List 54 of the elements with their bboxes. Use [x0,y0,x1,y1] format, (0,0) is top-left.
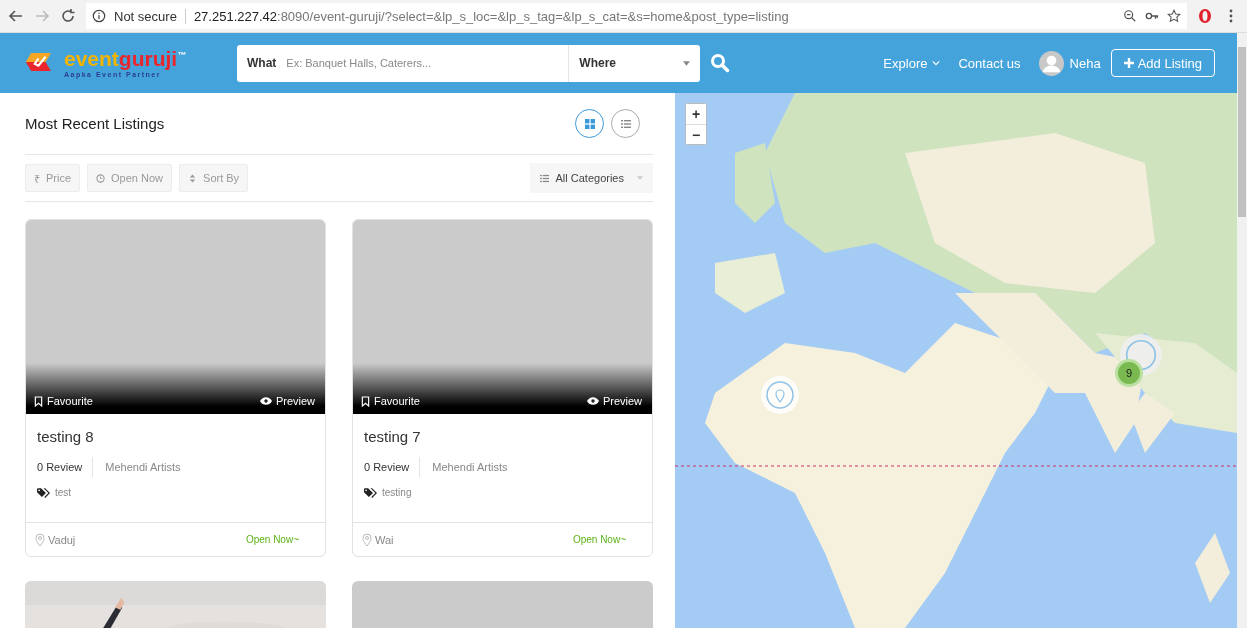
tag-link[interactable]: test [55,487,72,498]
star-icon[interactable] [1167,9,1181,23]
plus-icon [1123,58,1134,68]
category-dropdown[interactable]: All Categories [529,163,653,193]
scrollbar[interactable] [1237,33,1247,628]
back-icon[interactable] [8,8,24,24]
review-count: 0 Review [37,457,94,477]
grid-view-button[interactable] [575,109,604,138]
rupee-icon: ₹ [34,170,40,186]
search-icon[interactable] [710,53,730,73]
open-status: Open Now~ [572,534,626,545]
category-link[interactable]: Mehendi Artists [420,461,508,473]
reload-icon[interactable] [60,8,76,24]
caret-icon [683,60,690,66]
sort-icon [188,173,198,183]
zoom-icon[interactable] [1123,9,1137,23]
info-icon[interactable] [92,9,106,23]
bookmark-icon [361,395,370,407]
preview-button[interactable]: Preview [259,395,315,407]
list-view-button[interactable] [611,109,640,138]
caret-icon [637,176,643,180]
list-icon [620,118,631,129]
favourite-button[interactable]: Favourite [361,395,420,407]
location-pin-icon [35,532,45,547]
favourite-button[interactable]: Favourite [34,395,93,407]
review-count: 0 Review [364,457,421,477]
tag-link[interactable]: testing [382,487,412,498]
open-status: Open Now~ [245,534,299,545]
map-marker-icon[interactable] [760,375,800,415]
avatar-icon[interactable] [1038,50,1064,76]
section-title: Most Recent Listings [25,115,165,132]
what-label: What [246,56,278,70]
location-text: Vaduj [48,533,76,546]
bookmark-icon [34,395,43,407]
list-icon [539,173,549,183]
logo-wordmark: eventguruji$^{™}$ [64,48,187,69]
opera-icon[interactable] [1197,8,1213,24]
security-label: Not secure [114,8,186,24]
clock-icon [96,173,106,183]
where-dropdown[interactable]: Where [568,44,700,82]
category-link[interactable]: Mehendi Artists [93,461,181,473]
location-pin-icon [362,532,372,547]
grid-icon [584,118,595,129]
preview-button[interactable]: Preview [586,395,642,407]
tags-icon [37,487,50,498]
address-bar[interactable]: 27.251.227.42:8090/event-guruji/?select=&lp_s_loc=&lp_s_tag=&lp_s_cat=&s=home&post_type=listing [193,8,789,24]
eye-icon [586,397,599,405]
listing-title[interactable]: testing 7 [364,428,642,445]
chevron-down-icon [932,60,941,66]
eye-icon [259,397,272,405]
zoom-out-button[interactable]: − [686,124,706,144]
listing-title[interactable]: testing 8 [37,428,315,445]
location-text: Wai [375,533,394,546]
tags-icon [364,487,377,498]
